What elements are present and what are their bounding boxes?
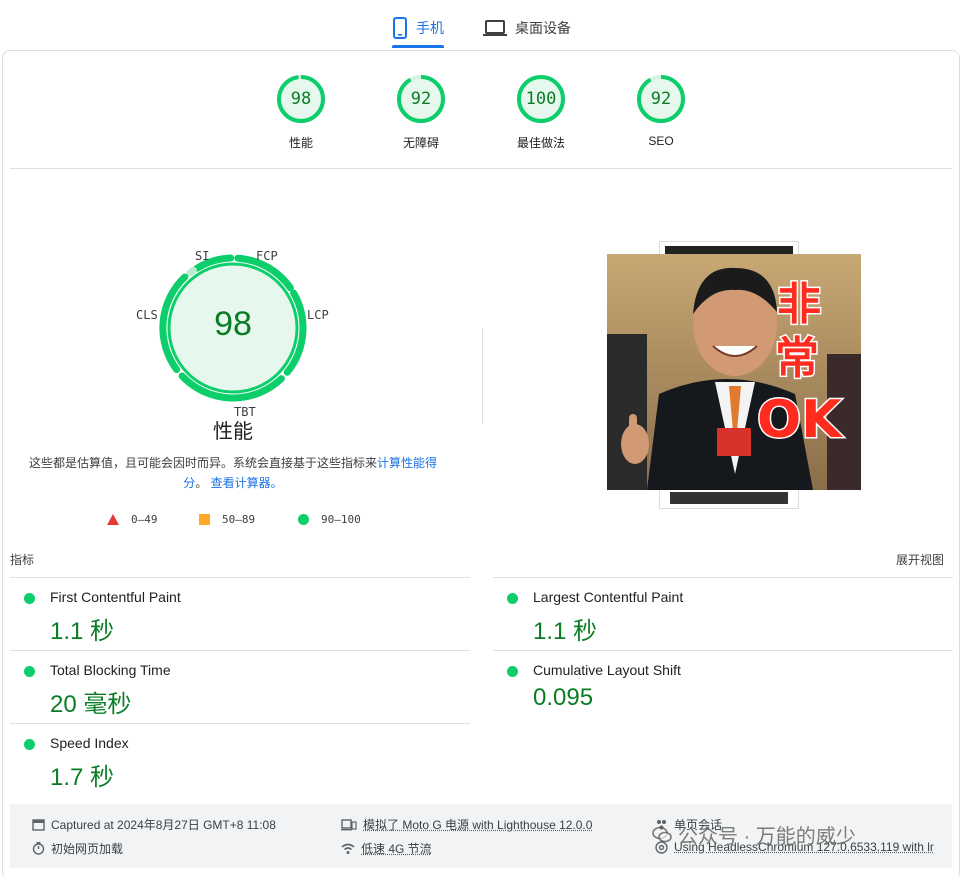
gauge-label-lcp: LCP — [307, 308, 329, 322]
watermark: 公众号 · 万能的威少 — [652, 820, 856, 849]
overlay-text-3: OK — [757, 390, 842, 450]
metrics-title: 指标 — [10, 551, 34, 568]
metric-name: Cumulative Layout Shift — [533, 662, 681, 678]
calendar-icon — [32, 818, 45, 831]
metric-name: Largest Contentful Paint — [533, 589, 683, 605]
pass-circle-icon — [24, 739, 35, 750]
metric-name: First Contentful Paint — [50, 589, 181, 605]
legend-pass: 90–100 — [298, 513, 361, 526]
gauge-label-cls: CLS — [136, 308, 158, 322]
metric-si: Speed Index 1.7 秒 — [10, 723, 470, 796]
legend-fail-label: 0–49 — [131, 513, 158, 526]
pass-circle-icon — [24, 666, 35, 677]
legend-average-label: 50–89 — [222, 513, 255, 526]
metric-cls: Cumulative Layout Shift 0.095 — [493, 650, 953, 723]
description-sep: 。 — [195, 476, 207, 490]
tab-mobile-label: 手机 — [416, 18, 444, 38]
metric-value: 20 毫秒 — [50, 684, 131, 719]
tab-desktop-label: 桌面设备 — [515, 18, 571, 38]
performance-score: 98 — [163, 305, 303, 344]
laptop-icon — [483, 19, 507, 37]
metric-tbt: Total Blocking Time 20 毫秒 — [10, 650, 470, 723]
tab-desktop[interactable]: 桌面设备 — [483, 10, 571, 46]
final-screenshot-image: 非 常 OK — [607, 254, 861, 490]
gauge-score: 100 — [501, 74, 581, 124]
legend-average: 50–89 — [199, 513, 255, 526]
overlay-text-2: 常 — [775, 322, 819, 386]
metric-value: 1.1 秒 — [533, 611, 597, 646]
square-icon — [199, 514, 210, 525]
phone-icon — [392, 17, 408, 39]
metric-name: Total Blocking Time — [50, 662, 171, 678]
metric-value: 0.095 — [533, 684, 593, 712]
vertical-divider — [482, 328, 483, 424]
devices-icon — [341, 818, 357, 831]
calculator-link[interactable]: 查看计算器。 — [211, 476, 283, 490]
expand-view-button[interactable]: 展开视图 — [896, 551, 944, 568]
footer-captured: Captured at 2024年8月27日 GMT+8 11:08 — [32, 816, 276, 833]
legend-fail: 0–49 — [107, 513, 158, 526]
metric-name: Speed Index — [50, 735, 129, 751]
wifi-icon — [341, 843, 355, 855]
metric-lcp: Largest Contentful Paint 1.1 秒 — [493, 577, 953, 650]
gauge-segment-si-gap — [190, 270, 194, 273]
footer-throttling[interactable]: 低速 4G 节流 — [341, 840, 432, 857]
gauge-label: 无障碍 — [381, 134, 461, 151]
emulated-text: 模拟了 Moto G 电源 with Lighthouse 12.0.0 — [363, 816, 592, 833]
timer-icon — [32, 842, 45, 855]
footer-initial-load: 初始网页加载 — [32, 840, 123, 857]
performance-title: 性能 — [183, 415, 283, 444]
gauge-label: 最佳做法 — [501, 134, 581, 151]
device-tabs: 手机 桌面设备 — [0, 0, 966, 48]
gauge-best-practices[interactable]: 100 最佳做法 — [501, 74, 581, 151]
legend-pass-label: 90–100 — [321, 513, 361, 526]
throttling-text: 低速 4G 节流 — [361, 840, 432, 857]
gauge-score: 92 — [381, 74, 461, 124]
metric-value: 1.1 秒 — [50, 611, 114, 646]
circle-icon — [298, 514, 309, 525]
pass-circle-icon — [507, 593, 518, 604]
gauge-label: SEO — [621, 134, 701, 148]
pass-circle-icon — [507, 666, 518, 677]
watermark-text: 公众号 · 万能的威少 — [678, 820, 856, 849]
footer-emulated[interactable]: 模拟了 Moto G 电源 with Lighthouse 12.0.0 — [341, 816, 592, 833]
triangle-icon — [107, 514, 119, 525]
tab-mobile[interactable]: 手机 — [392, 10, 444, 46]
active-tab-indicator — [392, 45, 444, 48]
screenshot-footer-bar — [670, 492, 788, 504]
gauge-score: 98 — [261, 74, 341, 124]
gauge-accessibility[interactable]: 92 无障碍 — [381, 74, 461, 151]
initial-load-text: 初始网页加载 — [51, 840, 123, 857]
gauge-label: 性能 — [261, 134, 341, 151]
performance-description: 这些都是估算值，且可能会因时而异。系统会直接基于这些指标来计算性能得分。 查看计… — [28, 453, 438, 493]
gauge-performance[interactable]: 98 性能 — [261, 74, 341, 151]
metric-value: 1.7 秒 — [50, 757, 114, 792]
wechat-icon — [652, 826, 672, 844]
gauge-label-si: SI — [195, 249, 209, 263]
gauge-score: 92 — [621, 74, 701, 124]
description-text: 这些都是估算值，且可能会因时而异。系统会直接基于这些指标来 — [29, 456, 377, 470]
captured-text: Captured at 2024年8月27日 GMT+8 11:08 — [51, 816, 276, 833]
gauge-seo[interactable]: 92 SEO — [621, 74, 701, 148]
divider — [10, 168, 952, 169]
metric-fcp: First Contentful Paint 1.1 秒 — [10, 577, 470, 650]
gauge-label-fcp: FCP — [256, 249, 278, 263]
pass-circle-icon — [24, 593, 35, 604]
meme-photo — [607, 254, 861, 490]
